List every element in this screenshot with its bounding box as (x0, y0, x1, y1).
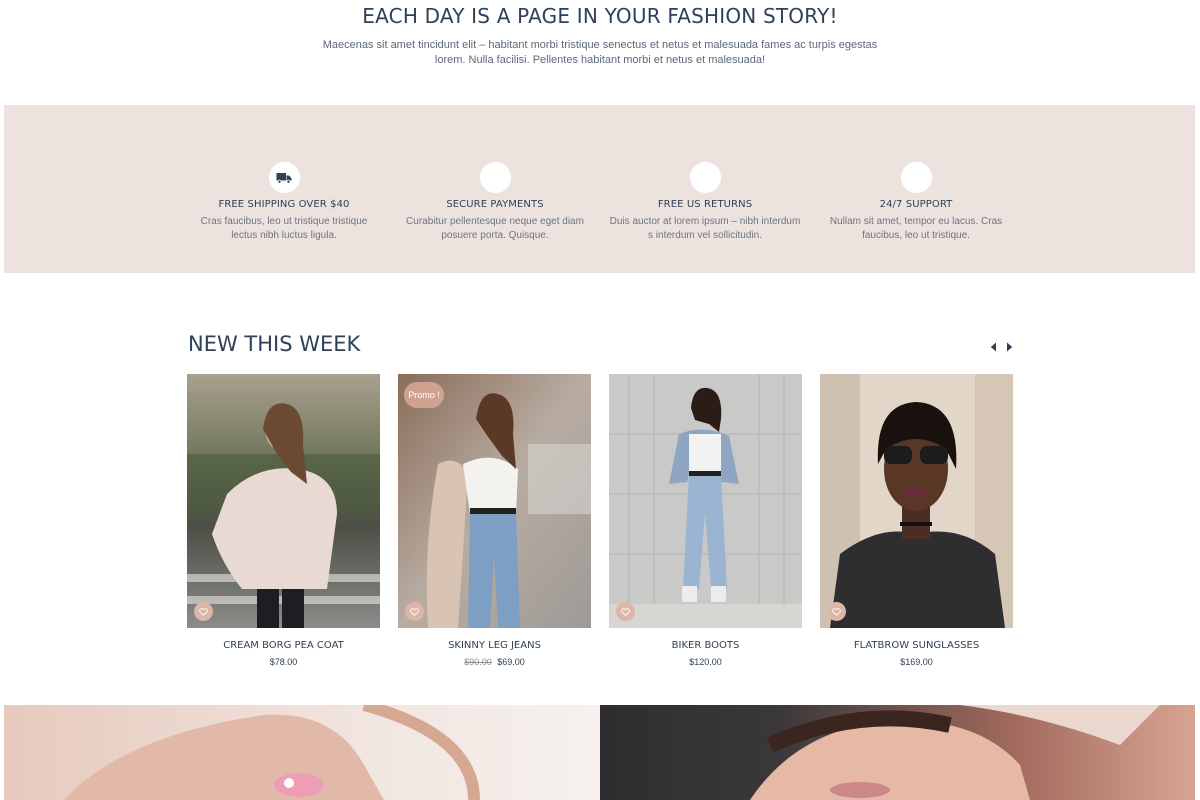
product-card[interactable]: BIKER BOOTS $120.00 (609, 374, 802, 667)
hero-description: Maecenas sit amet tincidunt elit – habit… (320, 38, 880, 68)
feature-title: 24/7 SUPPORT (879, 199, 953, 210)
feature-text-line1: Duis auctor at lorem ipsum – nibh interd… (609, 216, 801, 227)
feature-text-line1: Cras faucibus, leo ut tristique tristiqu… (200, 216, 368, 227)
product-image[interactable] (187, 374, 380, 628)
chevron-right-icon[interactable] (1004, 341, 1014, 353)
product-current-price: $120.00 (689, 657, 722, 667)
product-name[interactable]: SKINNY LEG JEANS (398, 640, 591, 651)
promo-badge: Promo ! (404, 382, 444, 408)
product-card[interactable]: CREAM BORG PEA COAT $78.00 (187, 374, 380, 667)
feature-title: SECURE PAYMENTS (446, 199, 544, 210)
chevron-left-icon[interactable] (988, 341, 998, 353)
feature-text: Nullam sit amet, tempor eu lacus. Cras f… (811, 215, 1021, 243)
hero-section: EACH DAY IS A PAGE IN YOUR FASHION STORY… (0, 0, 1200, 68)
product-old-price: $90.00 (464, 657, 492, 667)
product-current-price: $78.00 (269, 657, 298, 667)
support-icon (900, 162, 932, 193)
feature-text-line2: lectus nibh luctus ligula. (231, 230, 337, 241)
feature-text-line1: Nullam sit amet, tempor eu lacus. Cras (829, 216, 1003, 227)
product-price: $90.00 $69.00 (398, 657, 591, 667)
features-band: FREE SHIPPING OVER $40 Cras faucibus, le… (4, 105, 1195, 273)
feature-free-returns: FREE US RETURNS Duis auctor at lorem ips… (600, 159, 810, 243)
feature-title: FREE US RETURNS (657, 199, 753, 210)
product-image[interactable]: Promo ! (398, 374, 591, 628)
promo-banner-bag[interactable] (4, 705, 600, 800)
feature-text: Cras faucibus, leo ut tristique tristiqu… (179, 215, 389, 243)
carousel-controls (988, 341, 1014, 353)
feature-free-shipping: FREE SHIPPING OVER $40 Cras faucibus, le… (179, 159, 389, 243)
feature-text-line2: s interdum vel sollicitudin. (648, 230, 762, 241)
heart-icon[interactable] (616, 602, 635, 621)
feature-text: Curabitur pellentesque neque eget diam p… (390, 215, 600, 243)
product-price: $120.00 (609, 657, 802, 667)
hero-title: EACH DAY IS A PAGE IN YOUR FASHION STORY… (362, 4, 838, 28)
feature-text-line1: Curabitur pellentesque neque eget diam (406, 216, 584, 227)
product-price: $78.00 (187, 657, 380, 667)
section-title-new-this-week: NEW THIS WEEK (188, 332, 361, 356)
heart-icon[interactable] (405, 602, 424, 621)
feature-secure-payments: SECURE PAYMENTS Curabitur pellentesque n… (390, 159, 600, 243)
heart-icon[interactable] (827, 602, 846, 621)
hero-description-line1: Maecenas sit amet tincidunt elit – habit… (322, 39, 878, 51)
feature-text-line2: faucibus, leo ut tristique. (862, 230, 970, 241)
product-card[interactable]: FLATBROW SUNGLASSES $169.00 (820, 374, 1013, 667)
product-name[interactable]: BIKER BOOTS (609, 640, 802, 651)
product-current-price: $69.00 (497, 657, 525, 667)
returns-icon (689, 162, 721, 193)
promo-banner-beauty[interactable] (600, 705, 1195, 800)
product-image[interactable] (820, 374, 1013, 628)
product-price: $169.00 (820, 657, 1013, 667)
feature-text: Duis auctor at lorem ipsum – nibh interd… (600, 215, 810, 243)
truck-icon (268, 162, 300, 193)
feature-support: 24/7 SUPPORT Nullam sit amet, tempor eu … (811, 159, 1021, 243)
feature-text-line2: posuere porta. Quisque. (441, 230, 549, 241)
feature-title: FREE SHIPPING OVER $40 (218, 199, 350, 210)
hero-description-line2: lorem. Nulla facilisi. Pellentes habitan… (434, 54, 766, 66)
product-card[interactable]: Promo ! SKINNY LEG JEANS $90.00 $69.00 (398, 374, 591, 667)
product-name[interactable]: CREAM BORG PEA COAT (187, 640, 380, 651)
secure-payment-icon (479, 162, 511, 193)
product-current-price: $169.00 (900, 657, 933, 667)
heart-icon[interactable] (194, 602, 213, 621)
product-name[interactable]: FLATBROW SUNGLASSES (820, 640, 1013, 651)
product-image[interactable] (609, 374, 802, 628)
